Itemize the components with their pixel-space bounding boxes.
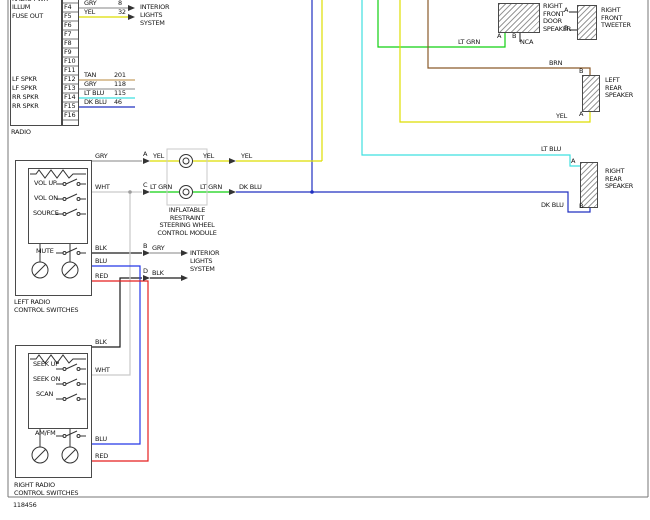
pin-f12: F12: [64, 76, 75, 84]
wire-label-tan-201-circuit: 201: [114, 72, 126, 80]
row1-yel-in: YEL: [153, 153, 164, 161]
row2-wht: WHT: [95, 184, 110, 192]
right-rear-dk-blu: DK BLU: [541, 202, 564, 210]
label-rr-spkr-pos: RR SPKR: [12, 94, 39, 102]
switch-am-fm: AM/FM: [35, 430, 56, 438]
door-lt-grn: LT GRN: [458, 39, 480, 47]
switch-vol-up: VOL UP: [34, 180, 57, 188]
right-switches-label: RIGHT RADIO CONTROL SWITCHES: [14, 482, 78, 497]
row-d-blk: BLK: [152, 270, 164, 278]
row2-lt-grn-in: LT GRN: [150, 184, 172, 192]
pin-f5: F5: [64, 13, 71, 21]
wire-label-lt-blu-115-circuit: 115: [114, 90, 126, 98]
wire-label-dk-blu-46-circuit: 46: [114, 99, 122, 107]
left-rear-pin-a: A: [579, 111, 583, 119]
figure-number: 118456: [13, 502, 37, 510]
left-out-blu: BLU: [95, 258, 107, 266]
left-rear-speaker-label: LEFT REAR SPEAKER: [605, 77, 633, 100]
label-layer: 118456 RADIO PWRILLUMFUSE OUTLF SPKRLF S…: [0, 0, 650, 520]
wire-label-dk-blu-46-color: DK BLU: [84, 99, 107, 107]
left-rear-pin-b: B: [579, 68, 583, 76]
label-fuse-out: FUSE OUT: [12, 13, 43, 21]
row-d-pin: D: [143, 268, 148, 276]
row1-yel-cont: YEL: [241, 153, 252, 161]
wire-label-gry-118-circuit: 118: [114, 81, 126, 89]
left-rear-brn: BRN: [549, 60, 562, 68]
left-out-red: RED: [95, 273, 108, 281]
row-b-gry: GRY: [152, 245, 165, 253]
pin-f13: F13: [64, 85, 75, 93]
tweeter-pin-a: A: [564, 7, 568, 15]
door-pin-a: A: [497, 33, 501, 41]
switch-seek-up: SEEK UP: [33, 361, 59, 369]
label-rr-spkr-neg: RR SPKR: [12, 103, 39, 111]
switch-mute: MUTE: [36, 248, 54, 256]
door-pin-b: B: [512, 33, 516, 41]
right-rear-pin-b: B: [579, 203, 583, 211]
wire-label-gry-8-circuit: 8: [118, 0, 122, 8]
switch-scan: SCAN: [36, 391, 53, 399]
pin-f11: F11: [64, 67, 75, 75]
tweeter-pin-b: B: [564, 25, 568, 33]
pin-f9: F9: [64, 49, 71, 57]
wire-label-yel-32-color: YEL: [84, 9, 95, 17]
right-out-wht: WHT: [95, 367, 110, 375]
pin-f10: F10: [64, 58, 75, 66]
pin-f15: F15: [64, 103, 75, 111]
wiring-diagram-page: 118456 RADIO PWRILLUMFUSE OUTLF SPKRLF S…: [0, 0, 650, 520]
row1-yel-out: YEL: [203, 153, 214, 161]
row-b-pin: B: [143, 243, 147, 251]
interior-lights-mid-line3: SYSTEM: [190, 266, 215, 274]
left-switches-label: LEFT RADIO CONTROL SWITCHES: [14, 299, 78, 314]
wire-label-gry-118-color: GRY: [84, 81, 97, 89]
row2-dk-blu: DK BLU: [239, 184, 262, 192]
right-rear-speaker-label: RIGHT REAR SPEAKER: [605, 168, 633, 191]
interior-lights-top-line3: SYSTEM: [140, 20, 165, 28]
pin-f8: F8: [64, 40, 71, 48]
label-illum: ILLUM: [12, 4, 30, 12]
wire-label-tan-201-color: TAN: [84, 72, 96, 80]
left-rear-yel: YEL: [556, 113, 567, 121]
pin-f6: F6: [64, 22, 71, 30]
pin-f4: F4: [64, 4, 71, 12]
left-out-blk: BLK: [95, 245, 107, 253]
right-out-blk: BLK: [95, 339, 107, 347]
switch-source: SOURCE: [33, 210, 59, 218]
clockspring-module-label: INFLATABLE RESTRAINT STEERING WHEEL CONT…: [154, 207, 220, 237]
right-rear-pin-a: A: [571, 158, 575, 166]
row1-pin-a: A: [143, 151, 147, 159]
pin-f16: F16: [64, 112, 75, 120]
row1-gry: GRY: [95, 153, 108, 161]
wire-label-gry-8-color: GRY: [84, 0, 97, 8]
label-lf-spkr-pos: LF SPKR: [12, 76, 37, 84]
wire-label-lt-blu-115-color: LT BLU: [84, 90, 104, 98]
pin-f7: F7: [64, 31, 71, 39]
right-out-red: RED: [95, 453, 108, 461]
wire-label-yel-32-circuit: 32: [118, 9, 126, 17]
right-out-blu: BLU: [95, 436, 107, 444]
right-rear-lt-blu: LT BLU: [541, 146, 561, 154]
right-front-tweeter-label: RIGHT FRONT TWEETER: [601, 7, 631, 30]
switch-vol-on: VOL ON: [34, 195, 58, 203]
door-nca: NCA: [520, 39, 533, 47]
row2-lt-grn-out: LT GRN: [200, 184, 222, 192]
row2-pin-c: C: [143, 182, 147, 190]
switch-seek-on: SEEK ON: [33, 376, 60, 384]
label-lf-spkr-neg: LF SPKR: [12, 85, 37, 93]
radio-title: RADIO: [11, 129, 31, 137]
pin-f14: F14: [64, 94, 75, 102]
